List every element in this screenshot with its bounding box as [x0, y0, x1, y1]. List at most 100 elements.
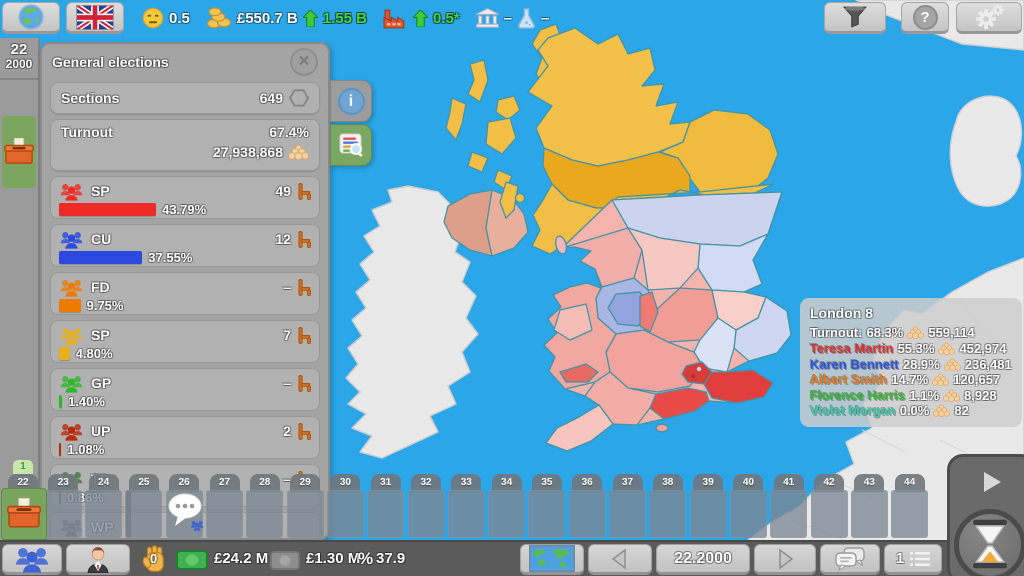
timeline-week-cell[interactable] [770, 490, 807, 538]
tasks-button[interactable]: 1 [884, 544, 942, 575]
sections-row: Sections 649 [50, 82, 320, 114]
world-button[interactable] [2, 2, 60, 34]
tasks-count: 1 [896, 550, 904, 567]
party-row[interactable]: CU 12 37.55% [50, 224, 320, 267]
voters-icon [288, 144, 309, 160]
timeline-week-cell[interactable] [367, 490, 404, 538]
timeline-week-cell[interactable] [45, 490, 82, 538]
timeline-week-cell[interactable] [246, 490, 283, 538]
country-flag-button[interactable] [66, 2, 124, 34]
party-code: CU [91, 231, 268, 247]
tooltip-turnout-votes: 559,114 [928, 325, 974, 340]
election-event-marker[interactable] [2, 116, 36, 188]
party-code: UP [91, 423, 276, 439]
play-icon [981, 470, 1003, 494]
timeline-week-cell[interactable] [85, 490, 122, 538]
filter-button[interactable] [824, 2, 886, 34]
timeline-week-cell[interactable] [327, 490, 364, 538]
party-vote-bar [59, 347, 70, 360]
party-vote-bar [59, 443, 61, 456]
hourglass-button[interactable] [954, 509, 1024, 576]
party-seats: 7 [283, 327, 291, 343]
timeline-week-cell[interactable] [408, 490, 445, 538]
hourglass-icon [971, 519, 1009, 569]
world-map-button[interactable] [520, 544, 584, 575]
tooltip-title: London 8 [810, 305, 1012, 321]
prev-week-button[interactable] [588, 544, 652, 575]
party-vote-percent: 43.79% [162, 202, 206, 217]
timeline-week-cell[interactable] [891, 490, 928, 538]
party-code: FD [91, 279, 276, 295]
voters-icon [944, 358, 961, 371]
people-icon [191, 521, 204, 531]
leader-button[interactable] [66, 544, 130, 575]
voters-icon [932, 373, 949, 386]
timeline-week-cell[interactable] [730, 490, 767, 538]
panel-body: Sections 649 Turnout 67.4% 27,938,868 [42, 80, 328, 540]
timeline-week-cell[interactable] [569, 490, 606, 538]
timeline-speech-event[interactable] [166, 490, 206, 538]
timeline-week-cell[interactable] [125, 490, 162, 538]
timeline-week-cell[interactable] [287, 490, 324, 538]
party-row[interactable]: UP 2 1.08% [50, 416, 320, 459]
left-arrow-icon [610, 548, 630, 570]
party-code: SP [91, 183, 268, 199]
candidate-name: Violet Morgan [810, 403, 896, 418]
timeline-week-cell[interactable] [609, 490, 646, 538]
funnel-icon [843, 6, 867, 28]
timeline-week-cell[interactable] [851, 490, 888, 538]
next-week-button[interactable] [754, 544, 816, 575]
candidate-name: Karen Bennett [810, 357, 899, 372]
population-button[interactable] [2, 544, 62, 575]
list-icon [910, 551, 930, 567]
research-value: – [541, 10, 549, 27]
results-report-tab[interactable] [330, 124, 372, 166]
up-arrow-icon [413, 10, 428, 27]
coin-icon [270, 551, 300, 570]
treasury-change: 1.55 B [323, 10, 367, 27]
timeline-election-cell[interactable] [1, 488, 47, 540]
candidate-votes: 236,481 [965, 357, 1012, 372]
timeline-week-cell[interactable] [206, 490, 243, 538]
hexagon-icon [289, 89, 309, 107]
ballot-box-icon [4, 138, 34, 166]
up-arrow-icon [303, 10, 318, 27]
candidate-row: Violet Morgan 0.0% 82 [810, 403, 1012, 419]
seat-icon [298, 327, 311, 344]
party-row[interactable]: FD – 9.75% [50, 272, 320, 315]
party-row[interactable]: GP – 1.40% [50, 368, 320, 411]
help-button[interactable]: ? [901, 2, 949, 34]
candidate-pct: 55.3% [898, 341, 935, 356]
play-button[interactable] [974, 467, 1010, 497]
timeline-week-cell[interactable] [811, 490, 848, 538]
party-seats: 2 [283, 423, 291, 439]
seat-icon [298, 423, 311, 440]
candidate-row: Albert Smith 14.7% 120,657 [810, 372, 1012, 388]
settings-button[interactable] [956, 2, 1022, 34]
close-icon[interactable]: ✕ [290, 48, 318, 76]
research-flask-icon [517, 8, 536, 29]
party-vote-bar [59, 395, 62, 408]
info-tab[interactable]: i [330, 80, 372, 122]
country-stats: 0.5 £550.7 B 1.55 B 0.5* [142, 0, 549, 36]
globe-icon [17, 3, 45, 31]
timeline-week-cell[interactable] [448, 490, 485, 538]
timeline-week-cell[interactable] [649, 490, 686, 538]
candidate-name: Florence Harris [810, 388, 905, 403]
party-row[interactable]: SP 7 4.80% [50, 320, 320, 363]
cash-value: £24.2 M [214, 542, 268, 576]
messages-button[interactable] [820, 544, 880, 575]
timeline-week-cell[interactable] [690, 490, 727, 538]
info-icon: i [338, 88, 365, 115]
seat-icon [298, 279, 311, 296]
chat-bubbles-icon [834, 547, 866, 571]
seat-icon [298, 183, 311, 200]
date-value: 22.2000 [674, 550, 732, 568]
timeline-week-cell[interactable] [488, 490, 525, 538]
citizens-icon [13, 545, 51, 573]
timeline-week-cell[interactable] [528, 490, 565, 538]
sections-value: 649 [260, 90, 283, 106]
candidate-votes: 120,657 [953, 372, 1000, 387]
party-row[interactable]: SP 49 43.79% [50, 176, 320, 219]
world-map-icon [529, 545, 575, 572]
